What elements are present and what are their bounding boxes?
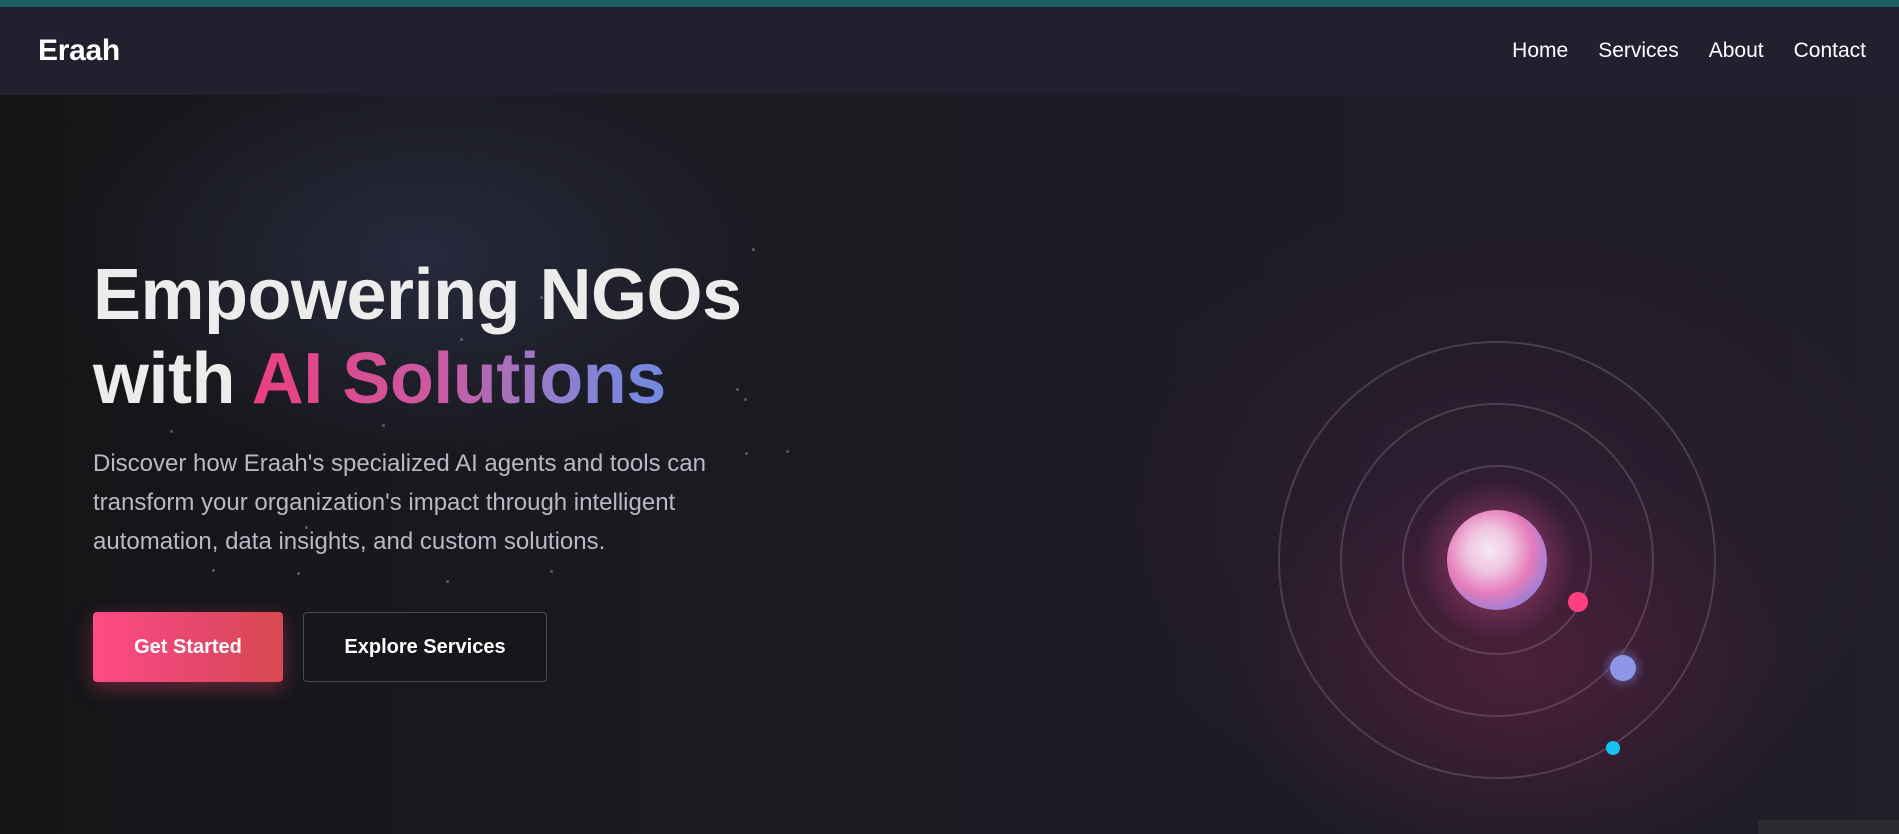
particle-dot bbox=[786, 450, 789, 453]
navbar: Eraah Home Services About Contact bbox=[0, 7, 1899, 95]
particle-dot bbox=[212, 569, 215, 572]
top-accent-strip bbox=[0, 0, 1899, 7]
particle-dot bbox=[550, 570, 553, 573]
get-started-button[interactable]: Get Started bbox=[93, 612, 283, 682]
core-sphere bbox=[1447, 510, 1547, 610]
particle-dot bbox=[752, 248, 755, 251]
nav-link-about[interactable]: About bbox=[1709, 39, 1764, 63]
planet-pink bbox=[1568, 592, 1588, 612]
planet-cyan bbox=[1606, 741, 1620, 755]
nav-links: Home Services About Contact bbox=[1512, 39, 1866, 63]
particle-dot bbox=[170, 430, 173, 433]
page: Eraah Home Services About Contact Empowe… bbox=[0, 0, 1899, 834]
particle-dot bbox=[744, 398, 747, 401]
orbit-illustration bbox=[1278, 341, 1716, 779]
hero-headline: Empowering NGOs with AI Solutions bbox=[93, 253, 742, 421]
explore-services-button[interactable]: Explore Services bbox=[303, 612, 547, 682]
hero-headline-line-1: Empowering NGOs bbox=[93, 255, 742, 335]
planet-purple bbox=[1610, 655, 1636, 681]
hero-section: Empowering NGOs with AI Solutions Discov… bbox=[0, 95, 1899, 834]
nav-link-home[interactable]: Home bbox=[1512, 39, 1568, 63]
nav-link-contact[interactable]: Contact bbox=[1794, 39, 1866, 63]
hero-description: Discover how Eraah's specialized AI agen… bbox=[93, 450, 706, 555]
particle-dot bbox=[446, 580, 449, 583]
hero-headline-prefix: with bbox=[93, 339, 252, 419]
hero-headline-highlight: AI Solutions bbox=[251, 339, 666, 419]
brand-logo[interactable]: Eraah bbox=[38, 34, 120, 68]
nav-link-services[interactable]: Services bbox=[1598, 39, 1679, 63]
particle-dot bbox=[297, 572, 300, 575]
particle-dot bbox=[382, 424, 385, 427]
corner-widget bbox=[1758, 820, 1899, 834]
hero-headline-line-2: with AI Solutions bbox=[93, 337, 742, 421]
